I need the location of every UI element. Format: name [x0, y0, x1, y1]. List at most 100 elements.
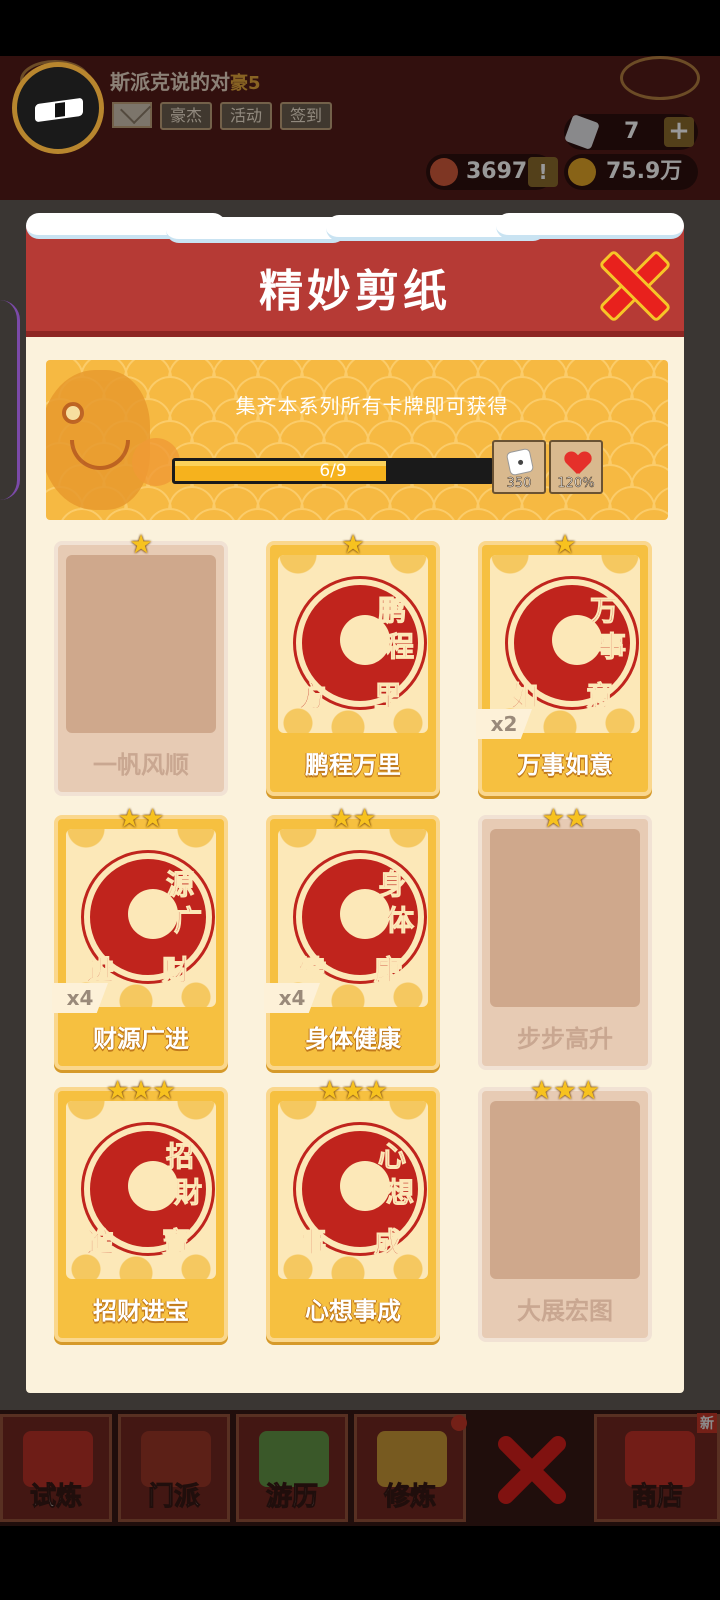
rarity-stars-icon: ★★ — [541, 804, 589, 834]
papercut-character: 源 — [165, 868, 195, 902]
snow-decoration — [166, 217, 346, 243]
rarity-stars-icon: ★ — [341, 530, 365, 560]
nav-sect[interactable]: 门派 — [118, 1414, 230, 1522]
wave-ornament — [608, 360, 656, 378]
close-icon[interactable] — [600, 251, 662, 313]
papercut-character: 程 — [385, 630, 415, 664]
rarity-stars-icon: ★★★ — [530, 1076, 600, 1106]
card-7[interactable]: 招財進寶★★★ 招财进宝 — [54, 1077, 228, 1342]
heroes-button[interactable]: 豪杰 — [160, 102, 213, 130]
wave-ornament — [388, 486, 436, 510]
rarity-stars-icon: ★ — [129, 530, 153, 560]
snow-decoration — [496, 213, 684, 239]
nav-trial-label: 试炼 — [29, 1482, 82, 1513]
reward-dice-value: 350 — [506, 476, 532, 492]
card-art: 鹏程方里 — [278, 555, 428, 733]
wave-ornament — [630, 464, 668, 488]
card-6[interactable]: ★★ 步步高升 — [478, 805, 652, 1070]
player-rank: 豪5 — [230, 73, 261, 94]
nav-cultivate-label: 修炼 — [383, 1482, 436, 1513]
card-art: 心想事成 — [278, 1101, 428, 1279]
card-count-badge: x4 — [52, 983, 108, 1013]
wave-ornament — [608, 486, 656, 510]
papercut-character: 万 — [589, 594, 619, 628]
wave-ornament — [256, 360, 304, 378]
token-counter: 3697 ! — [426, 154, 558, 190]
dragon-mouth — [70, 440, 130, 470]
wave-ornament — [168, 486, 216, 510]
papercut-character: 身 — [377, 868, 407, 902]
card-art: 招財進寶 — [66, 1101, 216, 1279]
popup-title: 精妙剪纸 — [259, 266, 451, 317]
rarity-stars-icon: ★★★ — [318, 1076, 388, 1106]
wave-ornament — [212, 360, 260, 378]
reward-dice[interactable]: 350 — [492, 440, 546, 494]
card-count-badge: x2 — [476, 709, 532, 739]
card-name: 财源广进 — [93, 1025, 189, 1053]
card-5[interactable]: 身体健康★★x4身体健康 — [264, 805, 440, 1070]
wave-ornament — [344, 486, 392, 510]
card-name: 心想事成 — [305, 1297, 401, 1325]
card-1[interactable]: ★ 一帆风顺 — [54, 531, 228, 796]
cloud-ornament — [620, 56, 700, 100]
papercut-character: 想 — [385, 1176, 415, 1210]
wave-ornament — [410, 420, 458, 444]
wave-ornament — [124, 360, 172, 378]
cloud-ornament — [66, 1239, 216, 1279]
nav-trial[interactable]: 试炼 — [0, 1414, 112, 1522]
wave-ornament — [520, 360, 568, 378]
card-name: 身体健康 — [305, 1025, 401, 1053]
nav-cultivate[interactable]: 修炼 — [354, 1414, 467, 1522]
events-button[interactable]: 活动 — [220, 102, 273, 130]
reward-heart-value: 120% — [557, 476, 595, 492]
hud-buttons: 豪杰 活动 签到 — [112, 102, 333, 130]
card-name: 万事如意 — [517, 751, 613, 779]
papercut-character: 鹏 — [377, 594, 407, 628]
banner-text: 集齐本系列所有卡牌即可获得 — [235, 394, 509, 418]
papercut-character: 招 — [165, 1140, 195, 1174]
player-avatar[interactable] — [12, 62, 104, 154]
player-name: 斯派克说的对豪5 — [110, 66, 261, 95]
reward-heart[interactable]: 120% — [549, 440, 603, 494]
nav-travel-label: 游历 — [265, 1482, 318, 1513]
wave-ornament — [278, 420, 326, 444]
papercut-character: 体 — [385, 904, 415, 938]
collection-banner: 集齐本系列所有卡牌即可获得 6/9 350 120% — [46, 360, 668, 520]
mail-icon[interactable] — [112, 102, 152, 128]
card-art: 万事如意 — [490, 555, 640, 733]
card-2[interactable]: 鹏程方里★ 鹏程万里 — [266, 531, 440, 796]
new-badge: 新 — [697, 1413, 717, 1433]
checkin-button[interactable]: 签到 — [280, 102, 333, 130]
wave-ornament — [608, 442, 656, 466]
dice-icon — [505, 447, 535, 477]
card-art — [490, 829, 640, 1007]
wave-ornament — [432, 486, 480, 510]
card-3[interactable]: 万事如意★x2万事如意 — [476, 531, 652, 796]
card-9[interactable]: ★★★ 大展宏图 — [478, 1077, 652, 1342]
card-name: 一帆风顺 — [93, 751, 189, 779]
card-name: 鹏程万里 — [305, 751, 401, 779]
card-8[interactable]: 心想事成★★★心想事成 — [266, 1077, 440, 1342]
cloud-ornament — [278, 693, 428, 733]
papercut-character: 事 — [597, 630, 627, 664]
nav-travel[interactable]: 游历 — [236, 1414, 348, 1522]
collection-progress-bar: 6/9 — [172, 458, 494, 484]
gem-counter: 7 + — [564, 114, 698, 150]
alert-icon[interactable]: ! — [528, 157, 558, 187]
card-art: 身体健康 — [278, 829, 428, 1007]
wave-ornament — [168, 360, 216, 378]
add-gems-button[interactable]: + — [664, 117, 694, 147]
card-name: 招财进宝 — [93, 1297, 189, 1325]
nav-shop[interactable]: 商店 新 — [594, 1413, 720, 1522]
wave-ornament — [476, 360, 524, 378]
game-screen: 斯派克说的对豪5 豪杰 活动 签到 7 + 3697 ! 75.9万 试炼 门派… — [0, 0, 720, 1600]
gem-icon — [564, 114, 600, 150]
card-4[interactable]: 源广进财★★ x4 财源广进 — [52, 805, 228, 1070]
coin-count: 75.9万 — [606, 159, 683, 184]
player-name-text: 斯派克说的对 — [110, 70, 230, 94]
side-panel-edge — [0, 300, 20, 500]
nav-close-icon[interactable] — [476, 1414, 588, 1522]
card-art — [490, 1101, 640, 1279]
rarity-stars-icon: ★★ — [117, 804, 165, 834]
papercut-character: 广 — [173, 904, 203, 938]
